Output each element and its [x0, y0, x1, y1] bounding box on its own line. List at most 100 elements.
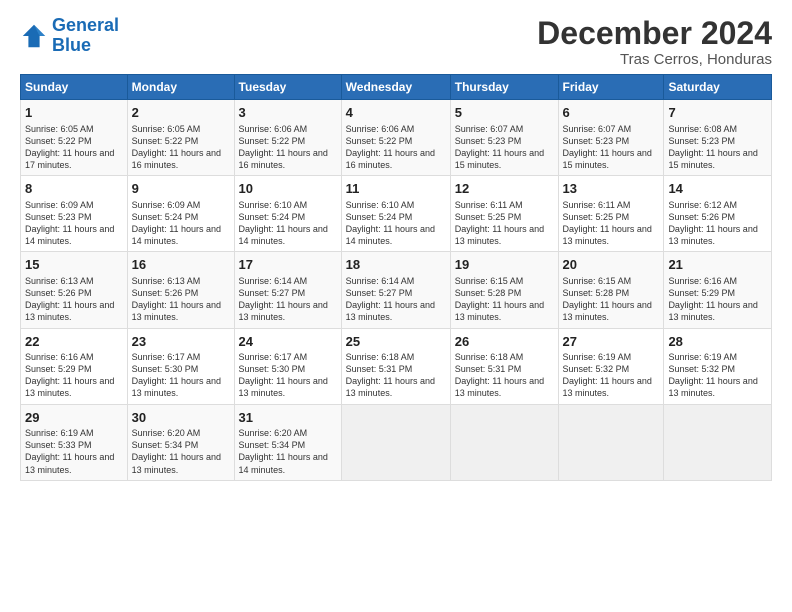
day-detail: Sunrise: 6:16 AM [668, 275, 767, 287]
calendar-cell: 20Sunrise: 6:15 AMSunset: 5:28 PMDayligh… [558, 252, 664, 328]
day-detail: Sunrise: 6:17 AM [132, 351, 230, 363]
day-detail: Sunset: 5:23 PM [668, 135, 767, 147]
day-number: 14 [668, 180, 767, 198]
day-detail: Sunset: 5:26 PM [132, 287, 230, 299]
calendar-cell: 25Sunrise: 6:18 AMSunset: 5:31 PMDayligh… [341, 328, 450, 404]
calendar-header-tuesday: Tuesday [234, 75, 341, 100]
calendar-cell [558, 404, 664, 480]
calendar-week-1: 1Sunrise: 6:05 AMSunset: 5:22 PMDaylight… [21, 100, 772, 176]
day-detail: Sunrise: 6:14 AM [346, 275, 446, 287]
day-number: 8 [25, 180, 123, 198]
day-detail: Sunset: 5:26 PM [668, 211, 767, 223]
day-detail: Sunset: 5:23 PM [25, 211, 123, 223]
logo-text: General Blue [52, 16, 119, 56]
day-detail: Sunset: 5:28 PM [563, 287, 660, 299]
day-detail: Sunset: 5:24 PM [346, 211, 446, 223]
day-detail: Sunrise: 6:11 AM [563, 199, 660, 211]
day-detail: Sunrise: 6:13 AM [132, 275, 230, 287]
calendar-cell: 26Sunrise: 6:18 AMSunset: 5:31 PMDayligh… [450, 328, 558, 404]
calendar-header-sunday: Sunday [21, 75, 128, 100]
day-number: 11 [346, 180, 446, 198]
day-detail: Daylight: 11 hours and 13 minutes. [239, 299, 337, 323]
day-detail: Sunrise: 6:13 AM [25, 275, 123, 287]
day-number: 30 [132, 409, 230, 427]
day-detail: Daylight: 11 hours and 13 minutes. [455, 223, 554, 247]
day-detail: Sunrise: 6:19 AM [668, 351, 767, 363]
day-number: 17 [239, 256, 337, 274]
day-detail: Sunrise: 6:18 AM [346, 351, 446, 363]
calendar-cell: 7Sunrise: 6:08 AMSunset: 5:23 PMDaylight… [664, 100, 772, 176]
calendar-cell [450, 404, 558, 480]
day-number: 15 [25, 256, 123, 274]
day-detail: Sunrise: 6:16 AM [25, 351, 123, 363]
day-detail: Daylight: 11 hours and 13 minutes. [346, 299, 446, 323]
day-detail: Sunset: 5:26 PM [25, 287, 123, 299]
day-detail: Daylight: 11 hours and 13 minutes. [563, 375, 660, 399]
day-detail: Daylight: 11 hours and 13 minutes. [346, 375, 446, 399]
day-number: 23 [132, 333, 230, 351]
day-number: 26 [455, 333, 554, 351]
day-detail: Daylight: 11 hours and 13 minutes. [25, 299, 123, 323]
day-number: 2 [132, 104, 230, 122]
day-detail: Daylight: 11 hours and 13 minutes. [668, 375, 767, 399]
day-detail: Daylight: 11 hours and 16 minutes. [132, 147, 230, 171]
calendar-cell: 24Sunrise: 6:17 AMSunset: 5:30 PMDayligh… [234, 328, 341, 404]
day-detail: Daylight: 11 hours and 16 minutes. [346, 147, 446, 171]
day-detail: Sunset: 5:34 PM [132, 439, 230, 451]
day-detail: Daylight: 11 hours and 14 minutes. [239, 451, 337, 475]
calendar-week-4: 22Sunrise: 6:16 AMSunset: 5:29 PMDayligh… [21, 328, 772, 404]
day-number: 27 [563, 333, 660, 351]
day-detail: Sunset: 5:27 PM [346, 287, 446, 299]
day-number: 10 [239, 180, 337, 198]
day-detail: Sunset: 5:23 PM [563, 135, 660, 147]
calendar-cell: 9Sunrise: 6:09 AMSunset: 5:24 PMDaylight… [127, 176, 234, 252]
day-number: 28 [668, 333, 767, 351]
day-number: 22 [25, 333, 123, 351]
day-detail: Sunrise: 6:10 AM [239, 199, 337, 211]
calendar-cell: 13Sunrise: 6:11 AMSunset: 5:25 PMDayligh… [558, 176, 664, 252]
day-detail: Sunset: 5:28 PM [455, 287, 554, 299]
day-detail: Daylight: 11 hours and 13 minutes. [132, 451, 230, 475]
calendar-cell: 2Sunrise: 6:05 AMSunset: 5:22 PMDaylight… [127, 100, 234, 176]
day-number: 25 [346, 333, 446, 351]
calendar-cell: 29Sunrise: 6:19 AMSunset: 5:33 PMDayligh… [21, 404, 128, 480]
day-detail: Daylight: 11 hours and 14 minutes. [346, 223, 446, 247]
day-detail: Sunset: 5:29 PM [668, 287, 767, 299]
day-detail: Daylight: 11 hours and 14 minutes. [25, 223, 123, 247]
day-detail: Sunrise: 6:10 AM [346, 199, 446, 211]
day-number: 3 [239, 104, 337, 122]
calendar-week-5: 29Sunrise: 6:19 AMSunset: 5:33 PM Dayligh… [21, 404, 772, 480]
subtitle: Tras Cerros, Honduras [537, 51, 772, 68]
day-detail: Sunset: 5:22 PM [346, 135, 446, 147]
calendar-header-row: SundayMondayTuesdayWednesdayThursdayFrid… [21, 75, 772, 100]
header: General Blue December 2024 Tras Cerros, … [20, 16, 772, 68]
day-detail: Sunset: 5:31 PM [346, 363, 446, 375]
calendar-cell: 14Sunrise: 6:12 AMSunset: 5:26 PMDayligh… [664, 176, 772, 252]
calendar-cell: 23Sunrise: 6:17 AMSunset: 5:30 PMDayligh… [127, 328, 234, 404]
day-number: 16 [132, 256, 230, 274]
day-detail: Sunrise: 6:09 AM [132, 199, 230, 211]
day-detail: Sunrise: 6:19 AM [25, 427, 123, 439]
day-number: 29 [25, 409, 123, 427]
day-detail: Sunrise: 6:09 AM [25, 199, 123, 211]
day-number: 24 [239, 333, 337, 351]
day-number: 5 [455, 104, 554, 122]
day-detail: Sunset: 5:32 PM [668, 363, 767, 375]
day-detail: Daylight: 11 hours and 13 minutes. [132, 299, 230, 323]
day-detail: Sunrise: 6:06 AM [346, 123, 446, 135]
day-detail: Sunset: 5:25 PM [563, 211, 660, 223]
day-detail: Daylight: 11 hours and 13 minutes. [132, 375, 230, 399]
day-detail: Daylight: 11 hours and 13 minutes. [239, 375, 337, 399]
calendar-cell: 27Sunrise: 6:19 AMSunset: 5:32 PMDayligh… [558, 328, 664, 404]
day-number: 18 [346, 256, 446, 274]
day-number: 4 [346, 104, 446, 122]
day-number: 7 [668, 104, 767, 122]
logo: General Blue [20, 16, 119, 56]
calendar-cell: 11Sunrise: 6:10 AMSunset: 5:24 PMDayligh… [341, 176, 450, 252]
day-detail: Sunset: 5:33 PM [25, 439, 123, 451]
day-detail: Sunrise: 6:12 AM [668, 199, 767, 211]
day-detail: Sunrise: 6:05 AM [132, 123, 230, 135]
calendar-table: SundayMondayTuesdayWednesdayThursdayFrid… [20, 74, 772, 481]
calendar-header-saturday: Saturday [664, 75, 772, 100]
calendar-cell: 18Sunrise: 6:14 AMSunset: 5:27 PMDayligh… [341, 252, 450, 328]
